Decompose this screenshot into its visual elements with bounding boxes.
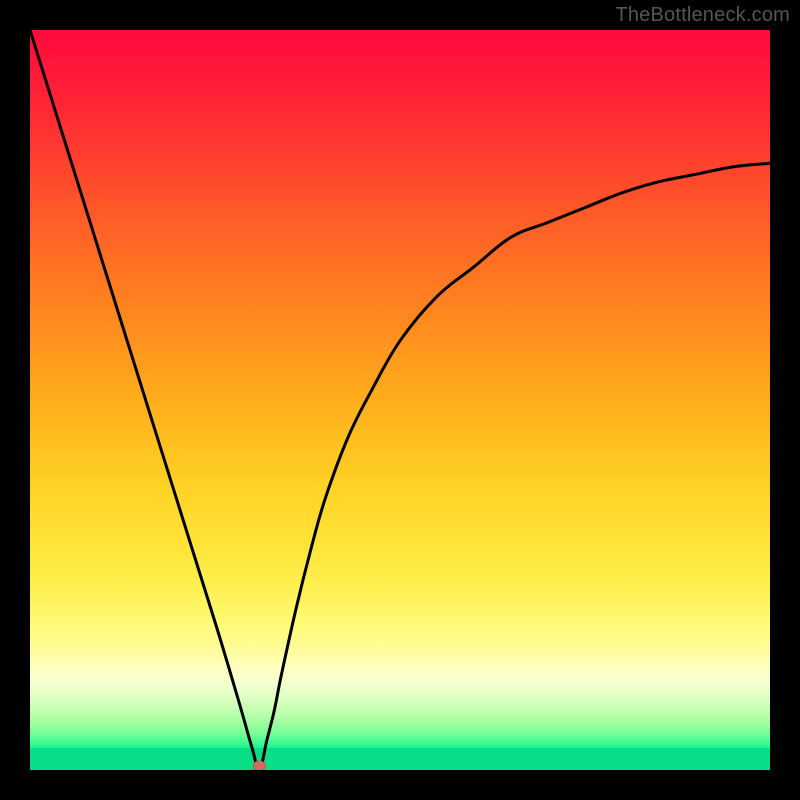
bottleneck-curve xyxy=(30,30,770,770)
bottleneck-curve-svg xyxy=(30,30,770,770)
minimum-marker-icon xyxy=(253,761,265,770)
plot-area xyxy=(30,30,770,770)
chart-frame: TheBottleneck.com xyxy=(0,0,800,800)
watermark-text: TheBottleneck.com xyxy=(615,4,790,27)
